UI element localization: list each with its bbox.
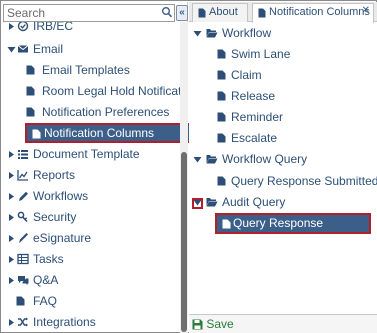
folder-open-icon — [206, 155, 218, 164]
collapse-arrow-icon[interactable] — [193, 155, 202, 164]
tree-node-label: Workflow Query — [222, 152, 308, 166]
envelope-icon — [17, 39, 29, 65]
document-icon — [16, 296, 25, 306]
expand-arrow-icon[interactable] — [7, 318, 16, 327]
document-icon — [217, 176, 226, 186]
expand-arrow-icon[interactable] — [7, 234, 16, 243]
left-panel: « IRB/EC Email Email T — [2, 2, 208, 333]
double-chevron-left-icon: « — [179, 7, 185, 18]
tree-item-label: Q&A — [33, 273, 59, 287]
audit-query-expander-highlight — [192, 198, 203, 209]
tree-item-label: Workflows — [33, 189, 89, 203]
tab-notification-columns[interactable]: Notification Columns ✕ — [252, 3, 374, 23]
document-icon — [217, 49, 226, 59]
expand-arrow-icon[interactable] — [7, 255, 16, 264]
tree-item-label: Email — [33, 42, 64, 56]
tree-item-label: Reports — [33, 168, 76, 182]
document-icon — [222, 219, 231, 229]
tree-item-label: Integrations — [33, 315, 96, 329]
document-icon — [217, 70, 226, 80]
tree-leaf-label: Reminder — [231, 110, 284, 124]
tree-leaf-label: Swim Lane — [231, 47, 291, 61]
expand-arrow-icon[interactable] — [7, 192, 16, 201]
expand-arrow-icon[interactable] — [7, 150, 16, 159]
document-icon — [217, 133, 226, 143]
document-icon — [198, 8, 206, 18]
tree-item-label: Security — [33, 210, 77, 224]
left-scrollbar[interactable] — [180, 22, 188, 333]
folder-open-icon — [206, 29, 218, 38]
tab-about[interactable]: About — [192, 3, 248, 22]
settings-tree: IRB/EC Email Email Templates Room Legal … — [2, 22, 180, 332]
expand-arrow-icon[interactable] — [7, 276, 16, 285]
footer-bar: Save — [189, 314, 377, 333]
collapse-panel-button[interactable]: « — [176, 5, 188, 21]
document-icon — [217, 91, 226, 101]
tab-label: Notification Columns — [269, 6, 370, 18]
right-panel: About Notification Columns ✕ Workflow Sw… — [189, 2, 377, 333]
document-icon — [26, 107, 35, 117]
search-bar: « — [3, 4, 188, 22]
tree-item-label: FAQ — [33, 294, 58, 308]
tree-item-label: Room Legal Hold Notifications — [42, 84, 180, 98]
search-button[interactable] — [161, 4, 175, 22]
document-icon — [258, 8, 266, 18]
tree-leaf-label: Claim — [231, 68, 262, 82]
search-icon — [162, 7, 173, 18]
document-icon — [26, 65, 35, 75]
tree-item-label: IRB/EC — [33, 22, 74, 33]
tree-leaf-label: Escalate — [231, 131, 278, 145]
notification-columns-tree: Workflow Swim Lane Claim Release Reminde… — [189, 22, 377, 312]
document-icon — [32, 129, 41, 139]
tree-item-label: eSignature — [33, 231, 92, 245]
tree-item-label: Tasks — [33, 252, 64, 266]
tree-item-label: Notification Columns — [44, 126, 155, 140]
tree-leaf-label: Release — [231, 89, 276, 103]
tab-label: About — [209, 6, 238, 18]
shuffle-icon — [17, 312, 29, 332]
tree-item-label: Document Template — [33, 147, 140, 161]
save-label: Save — [206, 317, 234, 331]
floppy-disk-icon — [192, 319, 203, 330]
document-icon — [26, 86, 35, 96]
collapse-arrow-icon[interactable] — [193, 29, 202, 38]
expand-arrow-icon[interactable] — [7, 213, 16, 222]
chat-icon — [17, 270, 29, 296]
tree-leaf-label: Query Response Submitted — [233, 216, 324, 247]
close-icon[interactable]: ✕ — [362, 6, 370, 16]
tree-leaf-audit-query-response-submitted[interactable]: Query Response Submitted — [215, 213, 371, 247]
document-icon — [217, 112, 226, 122]
tab-bar: About Notification Columns ✕ — [189, 2, 377, 23]
tree-node-label: Audit Query — [222, 195, 286, 209]
expand-arrow-icon[interactable] — [7, 171, 16, 180]
expand-arrow-icon[interactable] — [7, 22, 16, 31]
app-frame: « IRB/EC Email Email T — [0, 0, 377, 333]
tree-item-label: Notification Preferences — [42, 105, 170, 119]
scrollbar-thumb[interactable] — [181, 152, 187, 332]
save-button[interactable]: Save — [192, 316, 234, 333]
folder-open-icon — [206, 198, 218, 207]
collapse-arrow-icon[interactable] — [7, 45, 16, 54]
tree-node-label: Workflow — [222, 26, 272, 40]
tree-leaf-label: Query Response Submitted — [231, 174, 377, 188]
search-input[interactable] — [3, 4, 161, 22]
tree-item-label: Email Templates — [42, 63, 130, 77]
